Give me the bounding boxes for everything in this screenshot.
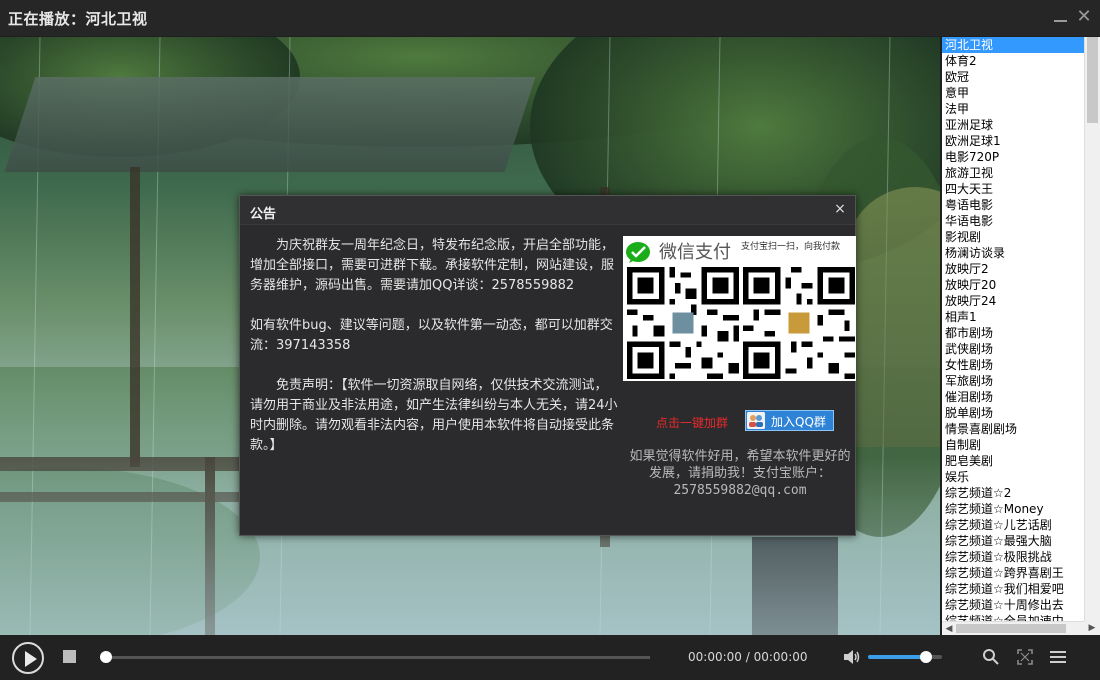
join-qq-group-button[interactable]: 加入QQ群: [745, 410, 834, 431]
join-group-link[interactable]: 点击一键加群: [656, 414, 728, 431]
channel-item[interactable]: 武侠剧场: [942, 341, 1084, 357]
progress-bar[interactable]: [100, 651, 650, 663]
menu-icon[interactable]: [1049, 648, 1067, 666]
channel-item[interactable]: 体育2: [942, 53, 1084, 69]
channel-item[interactable]: 相声1: [942, 309, 1084, 325]
channel-item[interactable]: 放映厅2: [942, 261, 1084, 277]
channel-list-hscrollbar[interactable]: ◀: [942, 621, 1084, 635]
volume-handle[interactable]: [919, 651, 932, 663]
channel-item[interactable]: 亚洲足球: [942, 117, 1084, 133]
channel-item[interactable]: 脱单剧场: [942, 405, 1084, 421]
channel-item[interactable]: 影视剧: [942, 229, 1084, 245]
close-button[interactable]: ✕: [1073, 6, 1095, 28]
video-area[interactable]: 公告 × 为庆祝群友一周年纪念日，特发布纪念版，开启全部功能，增加全部接口，需要…: [0, 37, 940, 635]
disclaimer-paragraph: 免责声明：【软件一切资源取自网络，仅供技术交流测试，请勿用于商业及非法用途，如产…: [250, 378, 618, 453]
gazebo-roof: [4, 77, 536, 172]
channel-list-scrollbar[interactable]: [1084, 37, 1100, 621]
scrollbar-thumb[interactable]: [1087, 37, 1098, 123]
dialog-title: 公告: [250, 207, 277, 222]
dialog-header: 公告 ×: [240, 196, 855, 225]
hscrollbar-thumb[interactable]: [956, 624, 1066, 633]
channel-item[interactable]: 粤语电影: [942, 197, 1084, 213]
volume-slider[interactable]: [868, 651, 942, 663]
channel-item[interactable]: 综艺频道☆十周修出去: [942, 597, 1084, 613]
channel-item[interactable]: 综艺频道☆极限挑战: [942, 549, 1084, 565]
channel-item[interactable]: 河北卫视: [942, 37, 1084, 53]
play-button[interactable]: [12, 642, 44, 674]
channel-item[interactable]: 电影720P: [942, 149, 1084, 165]
wechat-qr-code: [627, 267, 739, 379]
notice-dialog: 公告 × 为庆祝群友一周年纪念日，特发布纪念版，开启全部功能，增加全部接口，需要…: [239, 195, 856, 536]
window-title: 正在播放：河北卫视: [8, 10, 148, 28]
channel-item[interactable]: 欧冠: [942, 69, 1084, 85]
minimize-icon: [1054, 20, 1067, 22]
donation-text: 如果觉得软件好用，希望本软件更好的发展，请捐助我！支付宝账户：257855988…: [629, 449, 851, 498]
title-bar: 正在播放：河北卫视 ✕: [0, 0, 1100, 36]
channel-item[interactable]: 军旅剧场: [942, 373, 1084, 389]
channel-item[interactable]: 华语电影: [942, 213, 1084, 229]
scroll-corner: ▶: [1084, 621, 1100, 635]
minimize-button[interactable]: [1050, 6, 1072, 28]
channel-item[interactable]: 综艺频道☆儿艺话剧: [942, 517, 1084, 533]
channel-item[interactable]: 女性剧场: [942, 357, 1084, 373]
stop-icon[interactable]: [63, 650, 76, 663]
channel-item[interactable]: 肥皂美剧: [942, 453, 1084, 469]
scroll-right-icon[interactable]: ▶: [1085, 621, 1099, 635]
channel-item[interactable]: 综艺频道☆全员加速中: [942, 613, 1084, 621]
payment-qr-panel: 微信支付 支付宝扫一扫，向我付款: [623, 236, 856, 381]
channel-item[interactable]: 法甲: [942, 101, 1084, 117]
time-display: 00:00:00 / 00:00:00: [688, 650, 808, 664]
progress-handle[interactable]: [100, 651, 112, 663]
dialog-close-button[interactable]: ×: [832, 201, 848, 219]
search-icon[interactable]: [982, 648, 1000, 666]
channel-item[interactable]: 综艺频道☆最强大脑: [942, 533, 1084, 549]
channel-item[interactable]: 意甲: [942, 85, 1084, 101]
channel-item[interactable]: 杨澜访谈录: [942, 245, 1084, 261]
channel-item[interactable]: 综艺频道☆跨界喜剧王: [942, 565, 1084, 581]
current-time: 00:00:00: [688, 650, 742, 664]
fullscreen-icon[interactable]: [1016, 648, 1034, 666]
volume-icon[interactable]: [843, 650, 861, 664]
alipay-note: 支付宝扫一扫，向我付款: [741, 242, 841, 252]
wechat-pay-label: 微信支付: [659, 242, 731, 263]
control-bar: 00:00:00 / 00:00:00: [0, 635, 1100, 680]
channel-list[interactable]: 河北卫视 体育2 欧冠 意甲 法甲 亚洲足球 欧洲足球1 电影720P 旅游卫视 四大天王 粤语电影…: [942, 37, 1084, 621]
total-time: 00:00:00: [753, 650, 808, 664]
play-icon: [25, 651, 37, 667]
notice-paragraph: 为庆祝群友一周年纪念日，特发布纪念版，开启全部功能，增加全部接口，需要可进群下载…: [250, 238, 615, 293]
channel-item[interactable]: 娱乐: [942, 469, 1084, 485]
channel-item[interactable]: 放映厅24: [942, 293, 1084, 309]
wechat-pay-icon: [626, 242, 650, 263]
channel-item[interactable]: 旅游卫视: [942, 165, 1084, 181]
player-window: 正在播放：河北卫视 ✕ 公告 × 为庆祝群友一周年纪念日，特发布纪念版，开启全部…: [0, 0, 1100, 680]
gazebo-pillar: [130, 167, 140, 467]
channel-item[interactable]: 综艺频道☆我们相爱吧: [942, 581, 1084, 597]
channel-item[interactable]: 综艺频道☆Money: [942, 501, 1084, 517]
channel-item[interactable]: 放映厅20: [942, 277, 1084, 293]
notice-paragraph: 如有软件bug、建议等问题，以及软件第一动态，都可以加群交流：397143358: [250, 318, 613, 353]
scroll-left-icon[interactable]: ◀: [942, 622, 956, 636]
alipay-qr-code: [743, 267, 855, 379]
channel-item[interactable]: 情景喜剧剧场: [942, 421, 1084, 437]
umbrella: [845, 187, 940, 447]
channel-item[interactable]: 欧洲足球1: [942, 133, 1084, 149]
qq-button-label: 加入QQ群: [771, 415, 826, 429]
time-separator: /: [745, 650, 750, 664]
channel-item[interactable]: 自制剧: [942, 437, 1084, 453]
volume-fill: [868, 655, 926, 659]
channel-item[interactable]: 四大天王: [942, 181, 1084, 197]
notice-text: 为庆祝群友一周年纪念日，特发布纪念版，开启全部功能，增加全部接口，需要可进群下载…: [250, 236, 620, 476]
channel-item[interactable]: 催泪剧场: [942, 389, 1084, 405]
channel-item[interactable]: 都市剧场: [942, 325, 1084, 341]
channel-item[interactable]: 综艺频道☆2: [942, 485, 1084, 501]
qq-group-icon: [747, 412, 765, 429]
